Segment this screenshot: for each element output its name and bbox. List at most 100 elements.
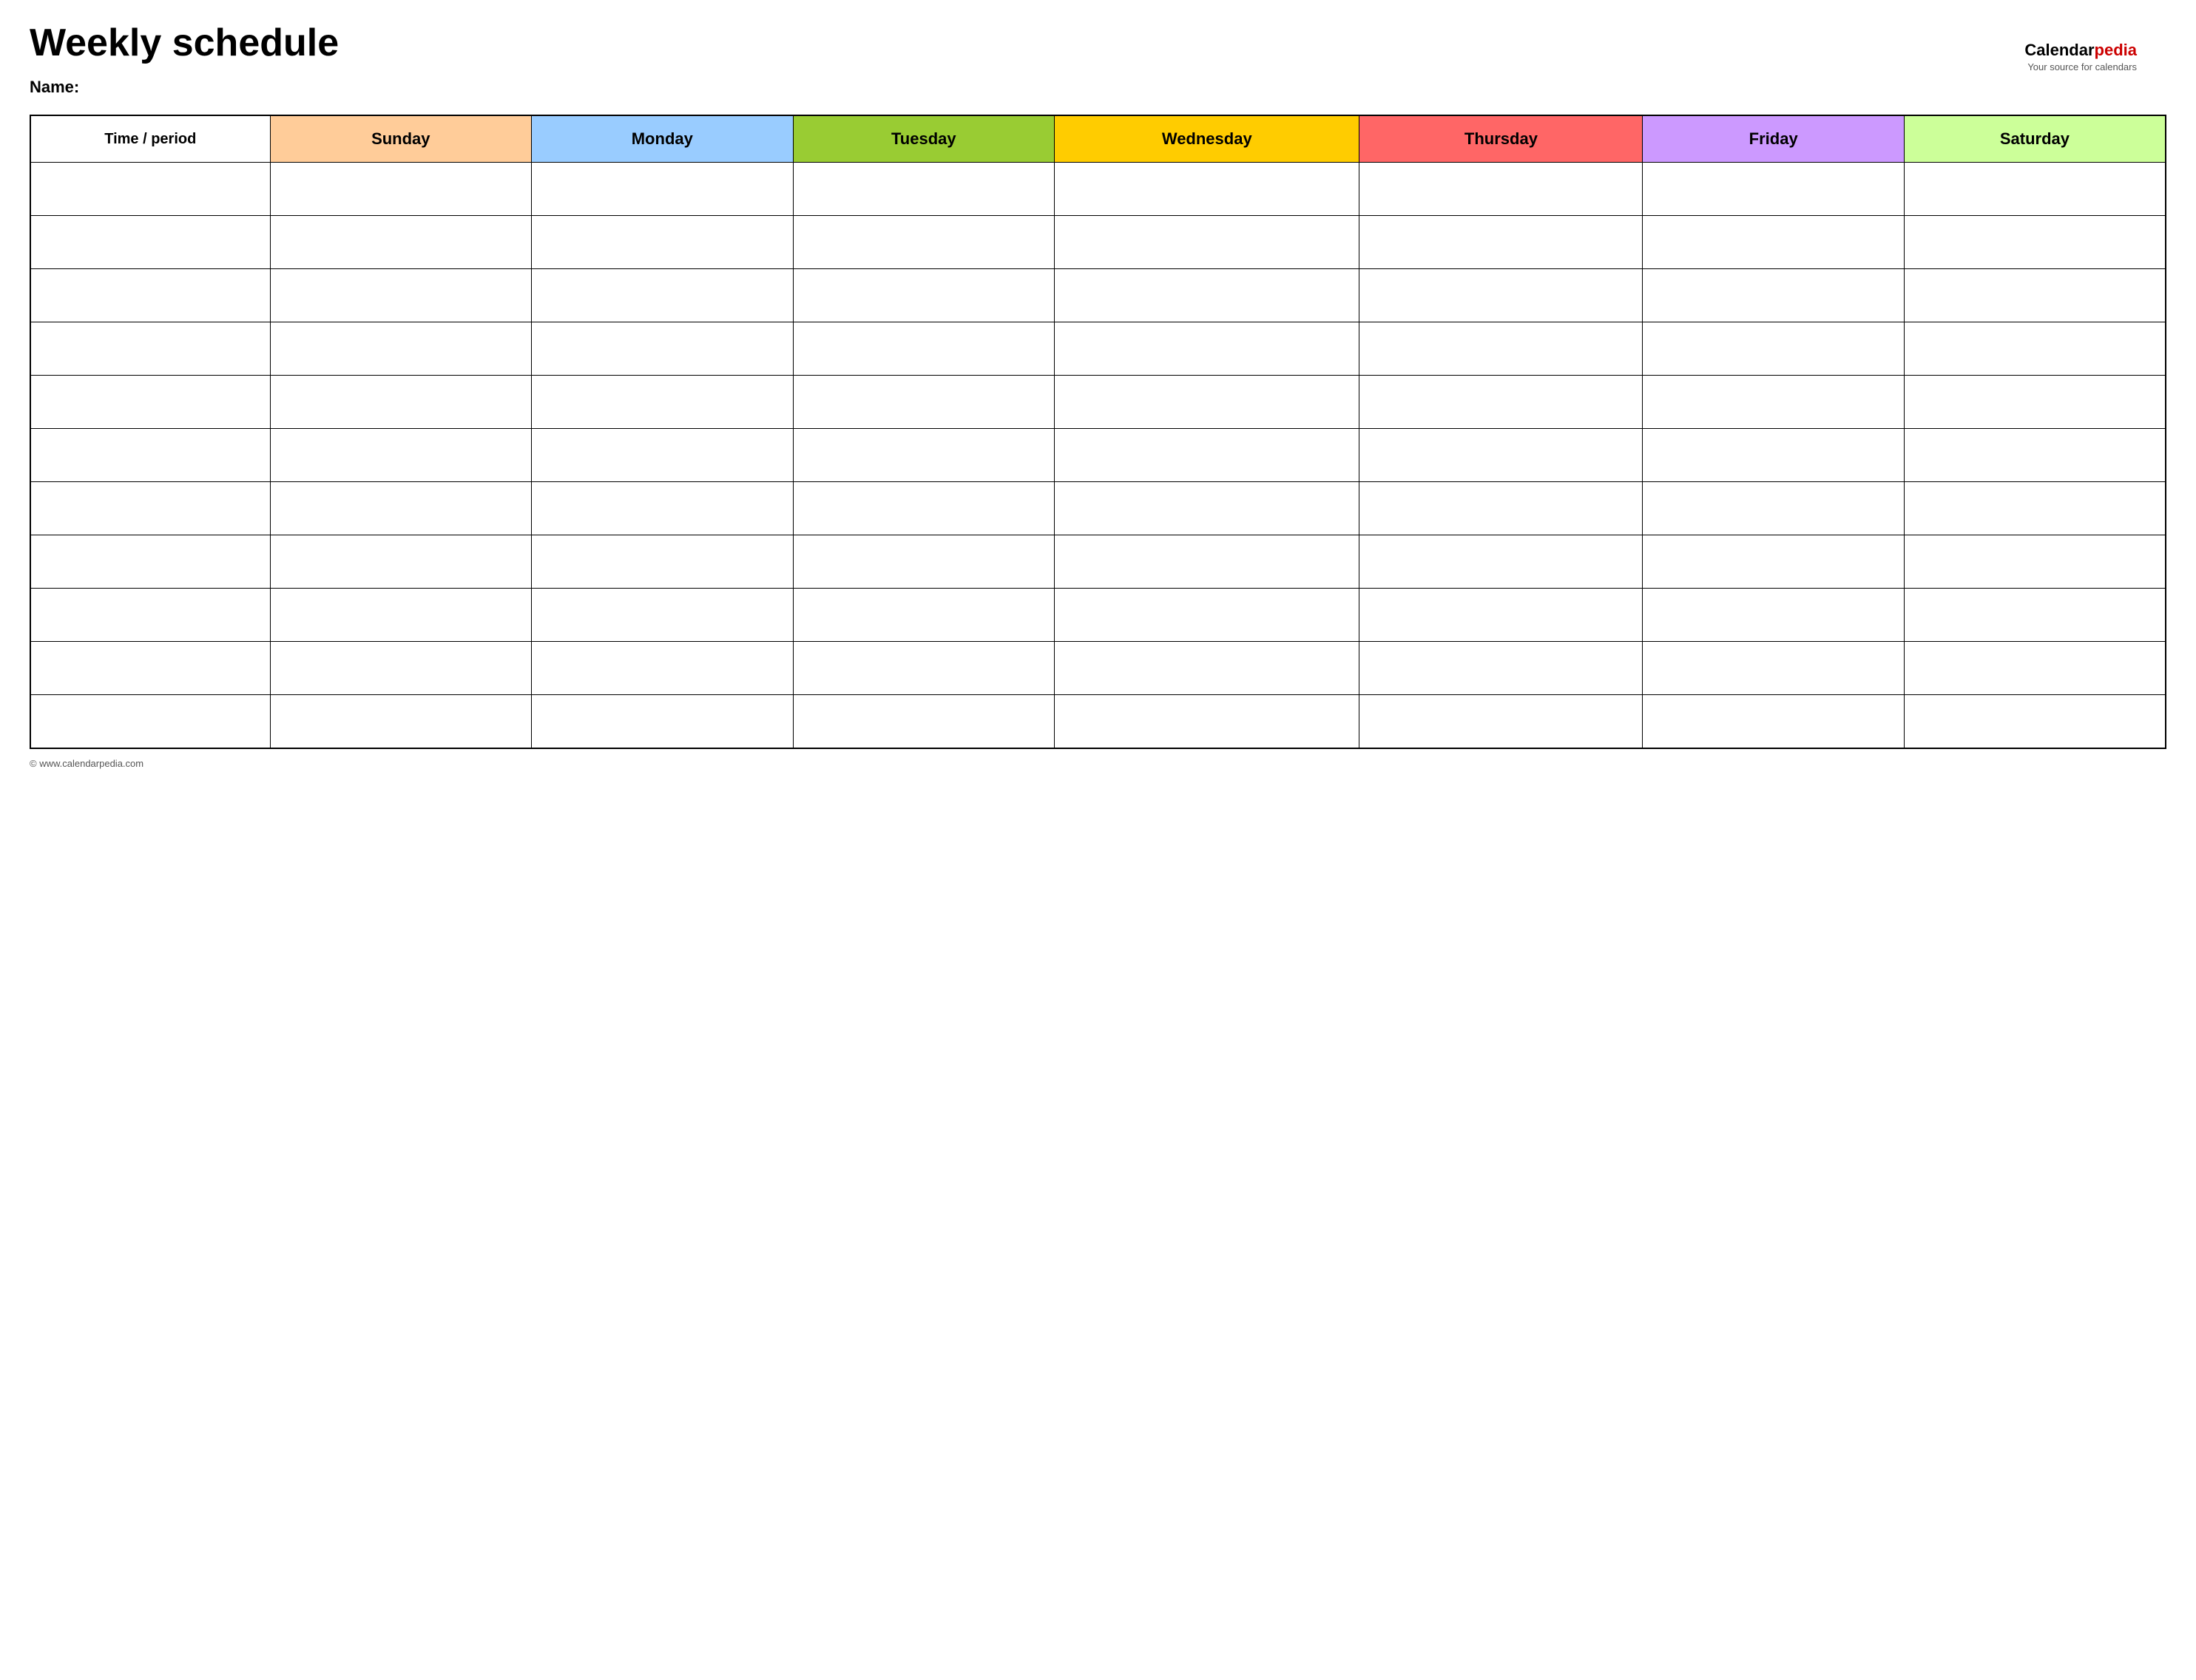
table-cell[interactable] — [1359, 269, 1643, 322]
table-cell[interactable] — [532, 163, 794, 216]
table-cell[interactable] — [1359, 322, 1643, 376]
table-cell[interactable] — [1359, 695, 1643, 748]
table-cell[interactable] — [30, 429, 270, 482]
table-cell[interactable] — [270, 269, 532, 322]
table-cell[interactable] — [532, 589, 794, 642]
table-cell[interactable] — [793, 429, 1055, 482]
table-cell[interactable] — [270, 322, 532, 376]
table-cell[interactable] — [1904, 322, 2166, 376]
table-cell[interactable] — [1904, 482, 2166, 535]
col-header-monday: Monday — [532, 115, 794, 163]
table-cell[interactable] — [1643, 695, 1905, 748]
table-cell[interactable] — [532, 642, 794, 695]
footer: © www.calendarpedia.com — [30, 758, 2166, 769]
table-cell[interactable] — [270, 376, 532, 429]
table-cell[interactable] — [793, 163, 1055, 216]
table-cell[interactable] — [1904, 376, 2166, 429]
col-header-wednesday: Wednesday — [1055, 115, 1359, 163]
table-cell[interactable] — [270, 429, 532, 482]
table-cell[interactable] — [532, 695, 794, 748]
table-cell[interactable] — [532, 535, 794, 589]
table-cell[interactable] — [1643, 642, 1905, 695]
table-cell[interactable] — [532, 429, 794, 482]
table-cell[interactable] — [1055, 163, 1359, 216]
table-cell[interactable] — [1904, 163, 2166, 216]
table-cell[interactable] — [1904, 642, 2166, 695]
table-row — [30, 535, 2166, 589]
table-cell[interactable] — [1055, 482, 1359, 535]
table-row — [30, 642, 2166, 695]
col-header-time: Time / period — [30, 115, 270, 163]
table-cell[interactable] — [1359, 535, 1643, 589]
table-cell[interactable] — [1643, 482, 1905, 535]
table-cell[interactable] — [532, 322, 794, 376]
logo-tagline: Your source for calendars — [2024, 61, 2137, 74]
table-row — [30, 216, 2166, 269]
table-cell[interactable] — [793, 695, 1055, 748]
table-cell[interactable] — [532, 216, 794, 269]
table-cell[interactable] — [1055, 322, 1359, 376]
table-cell[interactable] — [793, 589, 1055, 642]
table-cell[interactable] — [1643, 322, 1905, 376]
table-cell[interactable] — [1359, 163, 1643, 216]
table-cell[interactable] — [30, 376, 270, 429]
table-cell[interactable] — [30, 535, 270, 589]
table-cell[interactable] — [270, 482, 532, 535]
table-cell[interactable] — [270, 695, 532, 748]
table-cell[interactable] — [1055, 535, 1359, 589]
table-cell[interactable] — [30, 269, 270, 322]
table-cell[interactable] — [793, 322, 1055, 376]
table-cell[interactable] — [1643, 216, 1905, 269]
table-cell[interactable] — [270, 642, 532, 695]
table-cell[interactable] — [1055, 376, 1359, 429]
table-cell[interactable] — [532, 376, 794, 429]
table-cell[interactable] — [1359, 589, 1643, 642]
table-cell[interactable] — [1055, 429, 1359, 482]
table-cell[interactable] — [793, 376, 1055, 429]
table-cell[interactable] — [30, 163, 270, 216]
table-cell[interactable] — [1904, 269, 2166, 322]
table-cell[interactable] — [793, 642, 1055, 695]
table-cell[interactable] — [30, 322, 270, 376]
table-cell[interactable] — [1904, 429, 2166, 482]
table-cell[interactable] — [1055, 589, 1359, 642]
table-cell[interactable] — [1359, 216, 1643, 269]
table-cell[interactable] — [30, 642, 270, 695]
table-cell[interactable] — [30, 589, 270, 642]
table-cell[interactable] — [30, 695, 270, 748]
table-cell[interactable] — [1643, 429, 1905, 482]
col-header-sunday: Sunday — [270, 115, 532, 163]
table-cell[interactable] — [1055, 642, 1359, 695]
table-cell[interactable] — [1904, 589, 2166, 642]
table-cell[interactable] — [1643, 163, 1905, 216]
table-cell[interactable] — [1055, 269, 1359, 322]
table-cell[interactable] — [532, 269, 794, 322]
table-cell[interactable] — [793, 269, 1055, 322]
table-cell[interactable] — [1643, 589, 1905, 642]
table-cell[interactable] — [1359, 482, 1643, 535]
table-cell[interactable] — [1359, 642, 1643, 695]
table-cell[interactable] — [1904, 216, 2166, 269]
table-cell[interactable] — [270, 216, 532, 269]
table-cell[interactable] — [1359, 376, 1643, 429]
table-cell[interactable] — [793, 482, 1055, 535]
table-cell[interactable] — [1643, 535, 1905, 589]
table-cell[interactable] — [1643, 376, 1905, 429]
table-cell[interactable] — [793, 216, 1055, 269]
table-row — [30, 482, 2166, 535]
table-cell[interactable] — [1055, 216, 1359, 269]
table-cell[interactable] — [793, 535, 1055, 589]
table-cell[interactable] — [1904, 535, 2166, 589]
table-cell[interactable] — [270, 163, 532, 216]
table-cell[interactable] — [1904, 695, 2166, 748]
table-cell[interactable] — [1359, 429, 1643, 482]
table-cell[interactable] — [30, 482, 270, 535]
col-header-saturday: Saturday — [1904, 115, 2166, 163]
table-cell[interactable] — [30, 216, 270, 269]
table-cell[interactable] — [532, 482, 794, 535]
table-cell[interactable] — [270, 535, 532, 589]
table-cell[interactable] — [270, 589, 532, 642]
header-row: Time / period Sunday Monday Tuesday Wedn… — [30, 115, 2166, 163]
table-cell[interactable] — [1055, 695, 1359, 748]
table-cell[interactable] — [1643, 269, 1905, 322]
